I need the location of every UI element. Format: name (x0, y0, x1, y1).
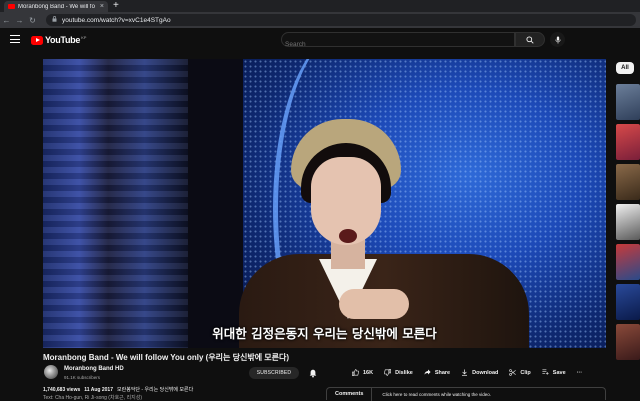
comments-label: Comments (335, 391, 364, 397)
thumbs-down-icon (384, 368, 391, 378)
logo-country-code: KP (81, 35, 87, 40)
share-arrow-icon (424, 369, 431, 377)
channel-row: Moranbong Band HD 91.1K subscribers SUBS… (43, 364, 606, 384)
video-title: Moranbong Band - We will follow You only… (43, 353, 290, 362)
add-to-playlist-icon (542, 369, 549, 377)
video-background-crowd (43, 59, 188, 348)
new-tab-button[interactable]: + (113, 0, 119, 12)
browser-tab-strip: Moranbong Band - We will fo × + (0, 0, 640, 12)
tab-title: Moranbong Band - We will fo (18, 3, 95, 10)
dislike-button[interactable]: Dislike (384, 367, 413, 379)
address-bar[interactable]: youtube.com/watch?v=xvC1e4STgAo (46, 14, 636, 26)
more-actions-button[interactable]: ··· (577, 367, 583, 379)
recommended-video-thumbnail[interactable] (616, 124, 640, 160)
clip-label: Clip (520, 370, 531, 376)
youtube-header: YouTube KP (0, 28, 640, 52)
thumbs-up-icon (352, 368, 359, 378)
share-label: Share (434, 370, 451, 376)
browser-toolbar: ← → ↻ youtube.com/watch?v=xvC1e4STgAo (0, 12, 640, 28)
recommendation-list (616, 84, 640, 364)
comments-bar[interactable]: Comments Click here to read comments whi… (326, 387, 606, 401)
download-label: Download (472, 370, 499, 376)
share-button[interactable]: Share (424, 367, 450, 379)
search-button[interactable] (515, 32, 545, 47)
recommended-video-thumbnail[interactable] (616, 204, 640, 240)
description-box[interactable]: 1,740,683 views 11 Aug 2017 모란봉악단 - 우리는 당신… (43, 386, 318, 401)
like-count: 16K (363, 370, 374, 376)
recommended-video-thumbnail[interactable] (616, 164, 640, 200)
more-dots-icon: ··· (576, 370, 583, 376)
voice-search-button[interactable] (550, 32, 565, 47)
dislike-label: Dislike (395, 370, 413, 376)
recommended-video-thumbnail[interactable] (616, 84, 640, 120)
video-actions: 16K Dislike Share Download Clip Save ··· (352, 367, 593, 379)
comments-hint[interactable]: Click here to read comments while watchi… (382, 392, 491, 397)
clip-button[interactable]: Clip (509, 367, 531, 379)
search-box[interactable] (281, 32, 515, 51)
notification-bell-icon[interactable] (308, 368, 318, 378)
description-meta: 1,740,683 views 11 Aug 2017 모란봉악단 - 우리는 당신… (43, 386, 318, 393)
microphone-icon (554, 36, 561, 43)
channel-avatar[interactable] (44, 365, 58, 379)
url-text: youtube.com/watch?v=xvC1e4STgAo (62, 16, 171, 24)
subscriber-count: 91.1K subscribers (64, 375, 101, 380)
browser-tab[interactable]: Moranbong Band - We will fo × (4, 1, 108, 12)
youtube-logo-text: YouTube (45, 35, 81, 45)
back-button[interactable]: ← (0, 16, 13, 25)
video-subtitle: 위대한 김정은동지 우리는 당신밖에 모른다 (212, 326, 437, 341)
filter-chips: All (616, 62, 640, 74)
save-label: Save (552, 370, 566, 376)
lock-icon (52, 16, 57, 24)
like-button[interactable]: 16K (352, 367, 373, 379)
youtube-logo[interactable]: YouTube KP (31, 35, 86, 45)
search-icon (526, 35, 534, 44)
subscribe-button[interactable]: SUBSCRIBED (249, 367, 299, 379)
video-player[interactable]: 위대한 김정은동지 우리는 당신밖에 모른다 (43, 59, 606, 348)
tab-close-icon[interactable]: × (100, 3, 104, 10)
download-button[interactable]: Download (461, 367, 498, 379)
download-icon (461, 369, 468, 378)
recommended-video-thumbnail[interactable] (616, 284, 640, 320)
description-tags: 모란봉악단 - 우리는 당신밖에 모른다 (117, 387, 194, 393)
recommended-video-thumbnail[interactable] (616, 244, 640, 280)
search-input[interactable] (285, 38, 514, 51)
upload-date: 11 Aug 2017 (84, 387, 113, 393)
view-count: 1,740,683 views (43, 387, 81, 393)
scissors-icon (509, 368, 517, 378)
chip-all[interactable]: All (616, 62, 634, 74)
youtube-favicon-icon (8, 4, 15, 9)
comments-divider (371, 387, 373, 401)
recommended-video-thumbnail[interactable] (616, 324, 640, 360)
video-performer (239, 119, 529, 348)
hamburger-menu-icon[interactable] (10, 35, 20, 43)
youtube-play-logo-icon (31, 35, 43, 45)
reload-button[interactable]: ↻ (26, 16, 39, 25)
forward-button[interactable]: → (13, 16, 26, 25)
channel-name[interactable]: Moranbong Band HD (64, 366, 124, 372)
save-button[interactable]: Save (542, 367, 566, 379)
